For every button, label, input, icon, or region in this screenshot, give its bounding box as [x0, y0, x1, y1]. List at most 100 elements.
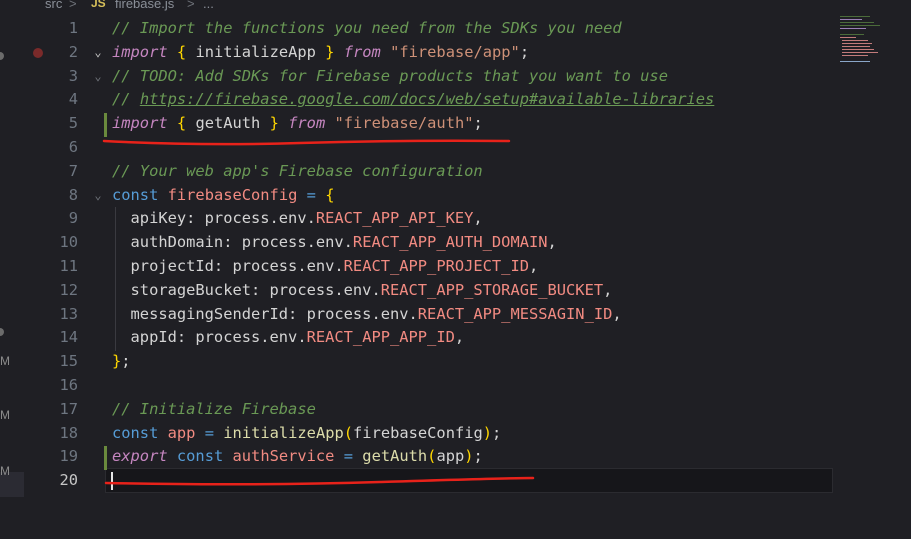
- code-line[interactable]: // Your web app's Firebase configuration: [112, 159, 483, 183]
- code-token: authService: [232, 447, 335, 466]
- line-number: 9: [68, 209, 78, 228]
- code-token: {: [325, 185, 335, 204]
- code-line[interactable]: // TODO: Add SDKs for Firebase products …: [112, 64, 668, 88]
- code-token: import: [112, 114, 168, 133]
- line-number: 7: [68, 161, 78, 180]
- code-token: =: [343, 447, 354, 466]
- code-token: appId: process.env.: [112, 328, 307, 347]
- code-token: // Initialize Firebase: [112, 399, 316, 418]
- code-token: REACT_APP_PROJECT_ID: [343, 257, 529, 275]
- code-line[interactable]: };: [112, 349, 131, 373]
- code-line[interactable]: messagingSenderId: process.env.REACT_APP…: [112, 302, 622, 326]
- code-token: =: [204, 423, 214, 442]
- breadcrumb-more[interactable]: ...: [203, 0, 214, 11]
- code-token: ;: [519, 42, 530, 61]
- underline-import-getauth: [102, 139, 511, 146]
- code-token: ;: [492, 423, 502, 442]
- left-gutter: M M M: [0, 12, 26, 539]
- line-number: 1: [68, 19, 78, 37]
- code-line[interactable]: import { getAuth } from "firebase/auth";: [112, 111, 483, 135]
- fold-chevron-icon[interactable]: ⌄: [90, 188, 106, 202]
- code-line[interactable]: // https://firebase.google.com/docs/web/…: [112, 87, 714, 111]
- code-line[interactable]: appId: process.env.REACT_APP_APP_ID,: [112, 325, 465, 349]
- fold-chevron-icon[interactable]: ⌄: [90, 69, 106, 83]
- breadcrumb-separator: >: [69, 0, 77, 11]
- code-token: ): [482, 423, 493, 442]
- breadcrumb-separator: >: [187, 0, 195, 11]
- code-line[interactable]: storageBucket: process.env.REACT_APP_STO…: [112, 278, 613, 302]
- code-token: REACT_APP_API_KEY: [315, 209, 474, 228]
- text-cursor: [111, 472, 113, 490]
- code-token: const: [112, 185, 159, 204]
- code-token: const: [112, 423, 159, 442]
- code-token: firebaseConfig: [167, 185, 298, 204]
- breadcrumb-folder[interactable]: src: [45, 0, 62, 11]
- code-token: // Import the functions you need from th…: [112, 19, 622, 37]
- code-token: getAuth: [186, 114, 270, 133]
- code-line[interactable]: apiKey: process.env.REACT_APP_API_KEY,: [112, 206, 483, 230]
- code-line[interactable]: // Import the functions you need from th…: [112, 16, 622, 40]
- code-token: ,: [473, 209, 483, 228]
- code-line[interactable]: const firebaseConfig = {: [112, 183, 334, 207]
- code-token: // TODO: Add SDKs for Firebase products …: [112, 66, 668, 85]
- code-token: ;: [121, 352, 131, 371]
- fold-chevron-icon[interactable]: ⌄: [90, 45, 106, 59]
- code-line[interactable]: import { initializeApp } from "firebase/…: [112, 40, 529, 64]
- code-token: apiKey: process.env.: [112, 209, 316, 228]
- line-number: 5: [68, 114, 78, 133]
- code-token: getAuth: [362, 447, 428, 466]
- code-line[interactable]: const app = initializeApp(firebaseConfig…: [112, 421, 501, 445]
- code-token: from: [343, 42, 381, 61]
- code-line[interactable]: projectId: process.env.REACT_APP_PROJECT…: [112, 254, 539, 278]
- code-token: initializeApp: [186, 42, 326, 61]
- line-number: 13: [59, 304, 78, 323]
- breakpoint-icon[interactable]: [33, 48, 43, 58]
- code-token: "firebase/auth": [334, 114, 474, 133]
- modified-marker: M: [0, 354, 10, 368]
- code-line[interactable]: export const authService = getAuth(app);: [112, 444, 483, 468]
- line-number: 16: [59, 376, 78, 394]
- code-token: {: [176, 114, 187, 133]
- code-token: =: [306, 185, 316, 204]
- code-token: import: [112, 42, 168, 61]
- minimap[interactable]: [838, 14, 908, 64]
- code-line[interactable]: // Initialize Firebase: [112, 397, 316, 421]
- line-number: 8: [68, 185, 78, 204]
- line-number: 6: [68, 138, 78, 156]
- line-number: 18: [59, 423, 78, 442]
- line-number: 20: [59, 471, 78, 490]
- code-token: const: [176, 447, 224, 466]
- change-marker-icon: [0, 52, 4, 60]
- code-token: REACT_APP_MESSAGIN_ID: [417, 304, 613, 323]
- code-token: REACT_APP_AUTH_DOMAIN: [352, 233, 548, 252]
- code-token: ;: [473, 447, 483, 466]
- code-line[interactable]: authDomain: process.env.REACT_APP_AUTH_D…: [112, 230, 557, 254]
- change-marker-icon: [0, 328, 4, 336]
- code-token: {: [176, 42, 187, 61]
- modified-marker: M: [0, 408, 10, 422]
- line-number: 2: [68, 42, 78, 61]
- code-token: }: [112, 352, 122, 371]
- code-token: REACT_APP_APP_ID: [306, 328, 455, 347]
- code-token: app: [167, 423, 196, 442]
- breadcrumb-file[interactable]: firebase.js: [115, 0, 174, 11]
- line-number: 19: [59, 447, 78, 466]
- code-token: //: [112, 90, 140, 109]
- modified-line-bar: [104, 113, 107, 137]
- code-token: ,: [603, 280, 613, 299]
- code-token: messagingSenderId: process.env.: [112, 304, 418, 323]
